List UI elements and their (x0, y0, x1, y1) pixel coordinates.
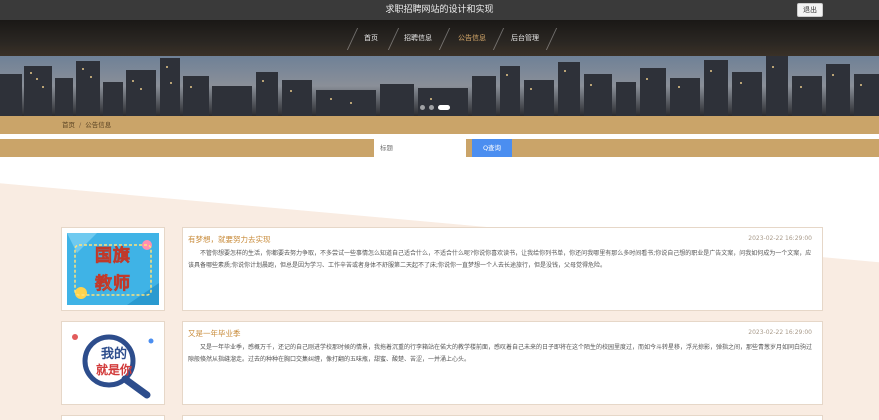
notice-card[interactable]: 有梦想，就要努力去实现 2023-02-22 16:29:00 不管你想要怎样的… (182, 227, 823, 311)
breadcrumb-separator: / (79, 121, 82, 129)
thumbnail-text-line2: 教师 (95, 274, 131, 295)
site-title: 求职招聘网站的设计和实现 (385, 5, 494, 15)
nav-jobs[interactable]: 招聘信息 (393, 20, 443, 56)
search-bar: Q查询 (0, 139, 879, 157)
main-nav: 首页 招聘信息 公告信息 后台管理 (0, 20, 879, 56)
notice-card-partial (182, 415, 823, 420)
notice-title[interactable]: 有梦想，就要努力去实现 (188, 234, 271, 245)
breadcrumb-current: 公告信息 (85, 121, 112, 129)
breadcrumb: 首页 / 公告信息 (62, 116, 111, 134)
notice-thumbnail[interactable]: 国旗 教师 (61, 227, 165, 311)
nav-admin[interactable]: 后台管理 (500, 20, 550, 56)
top-bar: 求职招聘网站的设计和实现 退出 (0, 0, 879, 20)
nav-notices[interactable]: 公告信息 (447, 20, 497, 56)
notice-summary: 又是一年毕业季，感概万千，还记的自己刚进学校那时候的情景，我拖着沉重的行李箱站在… (188, 344, 813, 363)
carousel-dot[interactable] (420, 105, 425, 110)
carousel-dot-active[interactable] (438, 105, 450, 110)
search-button[interactable]: Q查询 (472, 139, 512, 157)
notice-thumbnail-partial (61, 415, 165, 420)
breadcrumb-home[interactable]: 首页 (62, 121, 75, 129)
search-input[interactable] (374, 139, 466, 157)
notice-time: 2023-02-22 16:29:00 (748, 235, 812, 242)
notice-title[interactable]: 又是一年毕业季 (188, 328, 241, 339)
notice-summary: 不管你想要怎样的生活，你都要去努力争取，不多尝试一些事情怎么知道自己适合什么，不… (188, 250, 812, 269)
thumbnail-text-line2: 就是你 (95, 363, 132, 377)
notice-thumbnail[interactable]: 我的 就是你 (61, 321, 165, 405)
thumbnail-text-line1: 国旗 (95, 246, 131, 267)
notice-card[interactable]: 又是一年毕业季 2023-02-22 16:29:00 又是一年毕业季，感概万千… (182, 321, 823, 405)
carousel-dot[interactable] (429, 105, 434, 110)
notice-time: 2023-02-22 16:29:00 (748, 329, 812, 336)
nav-home[interactable]: 首页 (346, 20, 396, 56)
thumbnail-text-line1: 我的 (100, 347, 127, 362)
notice-thumbnail-image: 我的 就是你 (67, 327, 159, 399)
city-banner (0, 56, 879, 116)
logout-button[interactable]: 退出 (797, 3, 823, 17)
breadcrumb-bar: 首页 / 公告信息 (0, 116, 879, 134)
notice-thumbnail-image: 国旗 教师 (67, 233, 159, 305)
